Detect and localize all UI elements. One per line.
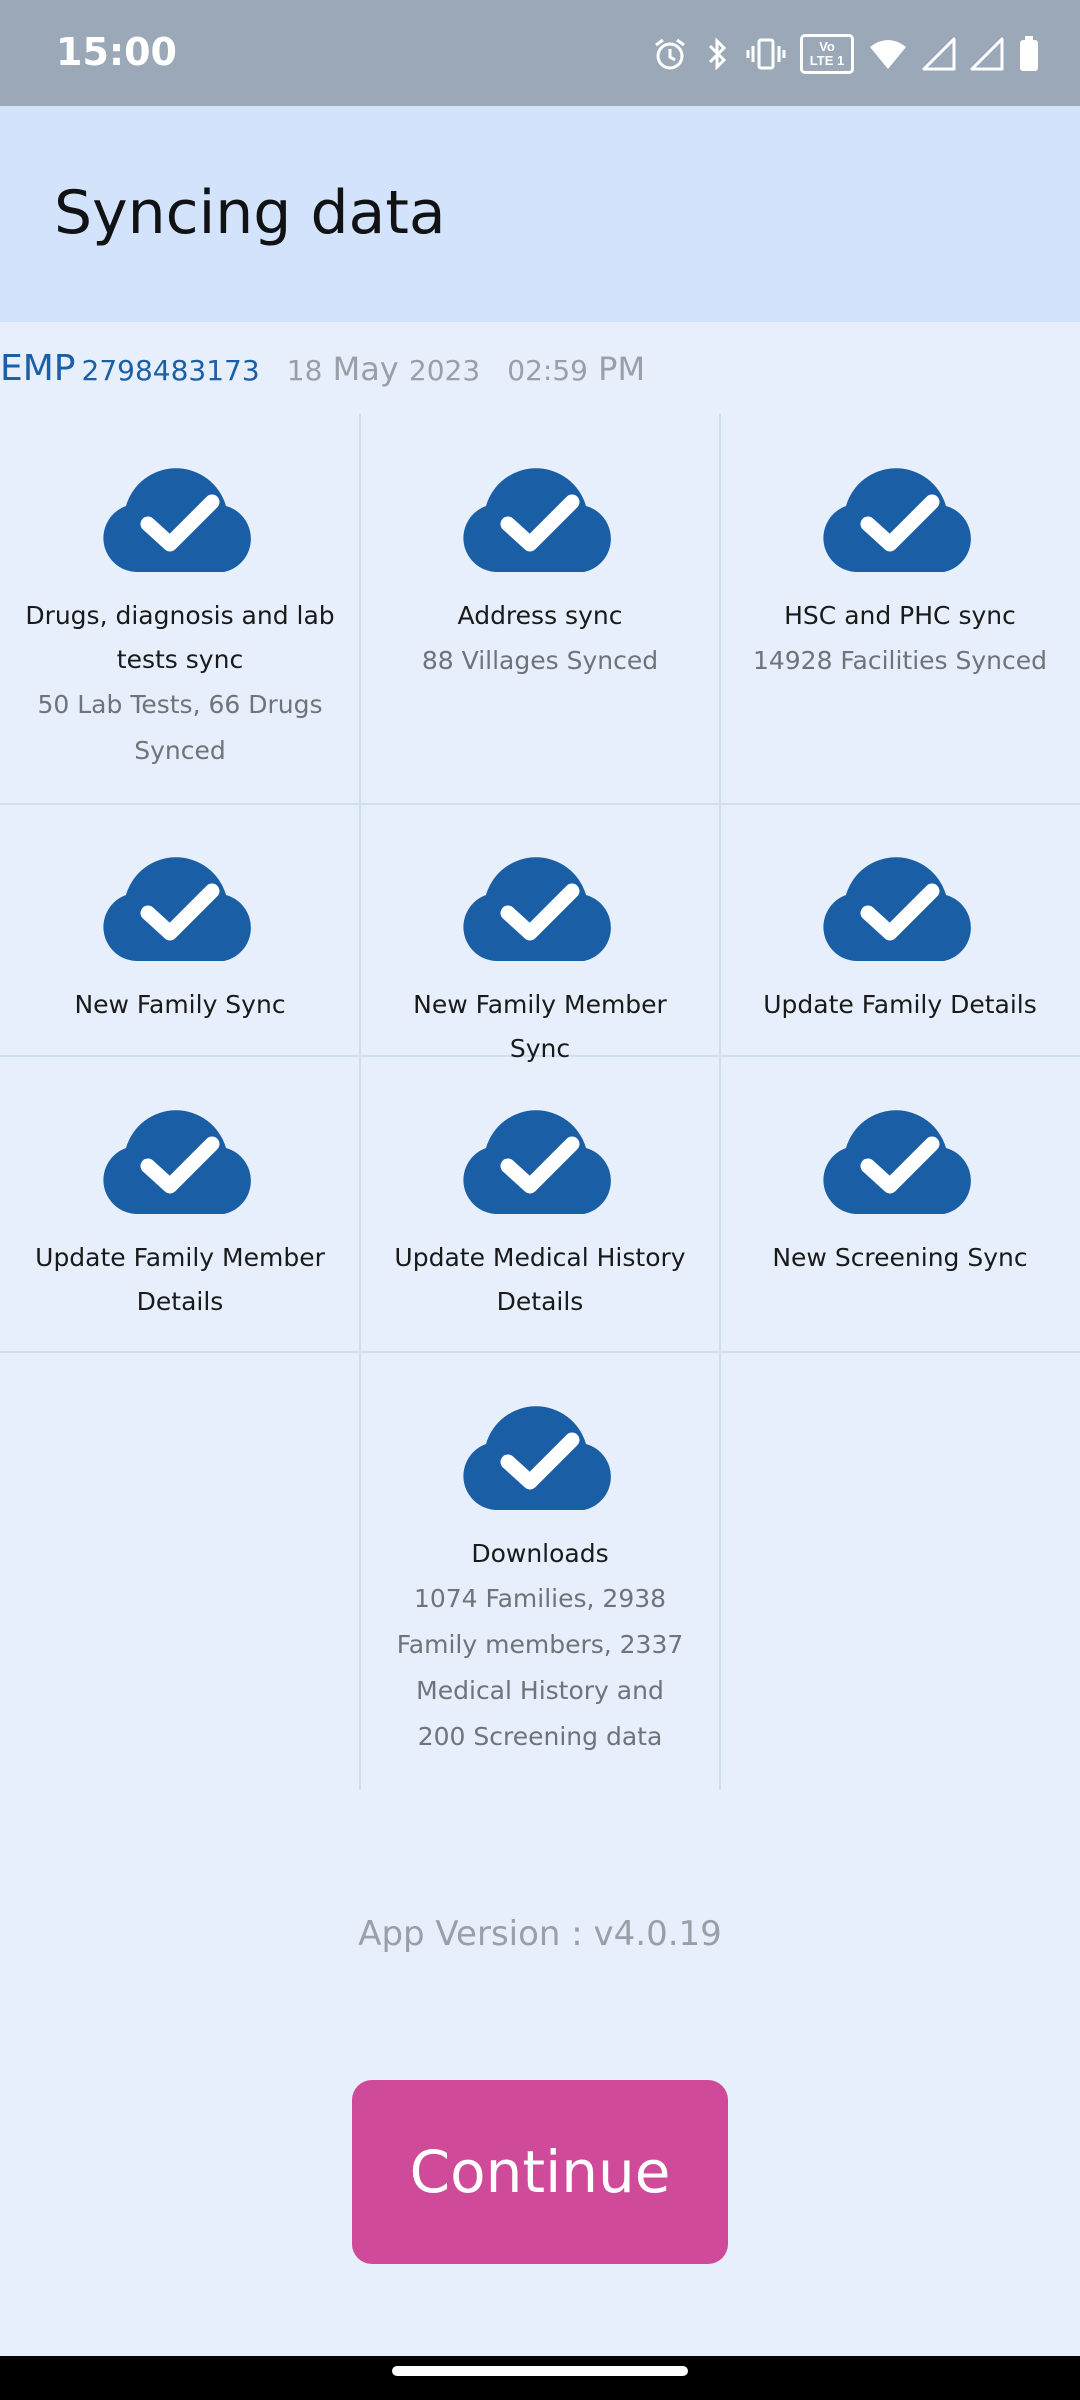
sync-item-title: Drugs, diagnosis and lab tests sync [25,601,335,674]
sync-item-subtitle: 1074 Families, 2938 Family members, 2337… [396,1584,684,1751]
sync-item-hsc-phc: HSC and PHC sync 14928 Facilities Synced [720,466,1080,684]
cloud-check-icon [823,468,971,572]
page-title: Syncing data [54,178,446,248]
emp-id: 2798483173 [81,354,260,387]
volte-top-text: Vo [819,39,835,54]
volte-icon: Vo LTE 1 [800,34,854,74]
sync-item-update-family: Update Family Details [720,855,1080,1027]
sync-item-title: Update Family Details [763,990,1037,1019]
sync-item-subtitle: 50 Lab Tests, 66 Drugs Synced [37,690,323,765]
wifi-icon [868,37,908,71]
sync-time: 02:59 PM [507,350,645,388]
sync-item-drugs-diagnosis-lab: Drugs, diagnosis and lab tests sync 50 L… [0,466,360,774]
sync-item-new-screening: New Screening Sync [720,1108,1080,1280]
sync-date-year: 2023 [408,354,481,387]
alarm-icon [652,36,688,72]
status-bar: 15:00 Vo LTE 1 [0,0,1080,106]
cloud-check-icon [823,1110,971,1214]
sync-date-day: 18 [286,354,323,387]
cloud-check-icon [103,1110,251,1214]
sync-item-title: New Screening Sync [772,1243,1028,1272]
sync-time-period: PM [598,350,646,388]
sync-item-update-family-member: Update Family Member Details [0,1108,360,1324]
cloud-check-icon [463,1110,611,1214]
continue-button[interactable]: Continue [352,2080,728,2264]
sync-item-title: Update Family Member Details [35,1243,325,1316]
sync-item-update-medical-history: Update Medical History Details [360,1108,720,1324]
sync-time-value: 02:59 [507,354,588,387]
sync-item-new-family-member: New Family Member Sync [360,855,720,1071]
cloud-check-icon [463,1406,611,1510]
sync-item-subtitle: 88 Villages Synced [421,646,659,675]
grid-divider [0,1351,1080,1353]
signal-icon [970,37,1004,71]
cloud-check-icon [463,857,611,961]
sync-item-title: HSC and PHC sync [784,601,1016,630]
sync-meta-line: EMP 2798483173 18 May 2023 02:59 PM [0,348,645,392]
sync-item-new-family: New Family Sync [0,855,360,1027]
sync-item-subtitle: 14928 Facilities Synced [752,646,1048,675]
cloud-check-icon [103,857,251,961]
sync-item-title: Update Medical History Details [394,1243,686,1316]
volte-bottom-text: LTE 1 [809,53,845,68]
sync-item-title: Address sync [457,601,623,630]
sync-item-title: New Family Sync [74,990,286,1019]
sync-item-address: Address sync 88 Villages Synced [360,466,720,684]
navigation-bar [0,2356,1080,2400]
cloud-check-icon [103,468,251,572]
signal-icon [922,37,956,71]
emp-label: EMP [0,348,76,389]
home-indicator[interactable] [392,2366,688,2376]
battery-icon [1018,35,1040,73]
cloud-check-icon [823,857,971,961]
sync-grid: Drugs, diagnosis and lab tests sync 50 L… [0,412,1080,1792]
sync-item-title: Downloads [471,1539,609,1568]
cloud-check-icon [463,468,611,572]
status-icons: Vo LTE 1 [652,30,1040,78]
app-version: App Version : v4.0.19 [358,1914,722,1954]
app-header: Syncing data [0,106,1080,322]
grid-divider [0,803,1080,805]
sync-item-title: New Family Member Sync [413,990,667,1063]
sync-item-downloads: Downloads 1074 Families, 2938 Family mem… [360,1404,720,1760]
sync-date: 18 May 2023 [287,350,480,388]
sync-date-month: May [332,350,399,388]
bluetooth-icon [702,36,732,72]
status-time: 15:00 [56,30,177,74]
vibrate-icon [746,36,786,72]
